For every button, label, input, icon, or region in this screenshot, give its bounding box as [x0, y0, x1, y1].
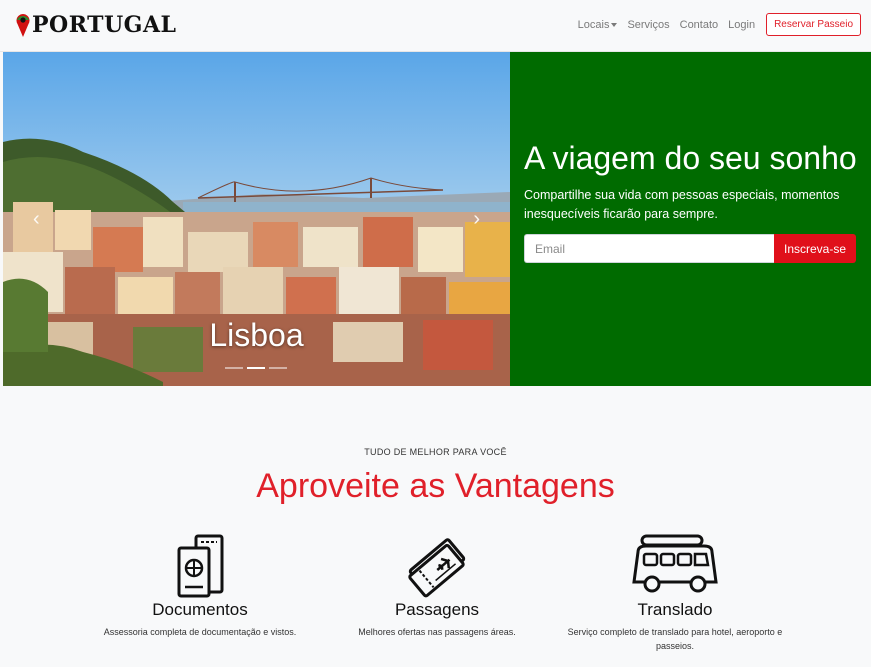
email-input[interactable] — [524, 234, 774, 263]
main-nav: Locais Serviços Contato Login Reservar P… — [573, 13, 861, 36]
carousel-caption: Lisboa — [209, 317, 304, 353]
feature-title: Passagens — [394, 600, 480, 619]
feature-title: Documentos — [152, 600, 248, 619]
navbar: PORTUGAL Locais Serviços Contato Login R… — [0, 0, 871, 52]
van-icon — [632, 534, 718, 593]
promo-title: A viagem do seu sonho — [524, 140, 857, 176]
carousel-indicator-3[interactable] — [269, 367, 287, 369]
feature-text: Serviço completo de translado para hotel… — [567, 627, 783, 651]
nav-login[interactable]: Login — [723, 19, 760, 31]
caret-down-icon — [611, 22, 618, 27]
reservar-passeio-button[interactable]: Reservar Passeio — [766, 13, 861, 36]
nav-locais[interactable]: Locais — [573, 19, 623, 31]
passport-icon — [177, 534, 224, 598]
chevron-right-icon[interactable]: › — [473, 208, 480, 231]
feature-title: Translado — [637, 600, 713, 619]
feature-text: Assessoria completa de documentação e vi… — [103, 627, 297, 637]
carousel: ‹ › Lisboa — [3, 52, 510, 386]
brand-name: PORTUGAL — [32, 12, 177, 38]
chevron-left-icon[interactable]: ‹ — [33, 208, 40, 231]
brand-logo[interactable]: PORTUGAL — [16, 12, 177, 38]
subscribe-form: Inscreva-se — [524, 234, 857, 263]
nav-contato[interactable]: Contato — [675, 19, 724, 31]
features-title: Aproveite as Vantagens — [256, 467, 615, 505]
carousel-indicator-2[interactable] — [247, 367, 265, 369]
carousel-indicator-1[interactable] — [225, 367, 243, 369]
feature-passagens: Passagens Melhores ofertas nas passagens… — [312, 532, 562, 639]
inscreva-se-button[interactable]: Inscreva-se — [774, 234, 856, 263]
feature-documentos: Documentos Assessoria completa de docume… — [75, 532, 325, 639]
nav-locais-label: Locais — [577, 18, 610, 31]
features-eyebrow: TUDO DE MELHOR PARA VOCÊ — [364, 447, 507, 457]
promo-panel: A viagem do seu sonho Compartilhe sua vi… — [510, 52, 871, 386]
plane-ticket-icon — [408, 538, 466, 598]
map-pin-icon — [16, 14, 30, 37]
nav-servicos[interactable]: Serviços — [622, 19, 674, 31]
feature-text: Melhores ofertas nas passagens áreas. — [358, 627, 516, 637]
carousel-indicators — [225, 367, 287, 369]
feature-translado: Translado Serviço completo de translado … — [550, 532, 800, 653]
hero-section: ‹ › Lisboa A viagem do seu sonho Compart… — [3, 52, 871, 386]
promo-text: Compartilhe sua vida com pessoas especia… — [524, 188, 840, 221]
